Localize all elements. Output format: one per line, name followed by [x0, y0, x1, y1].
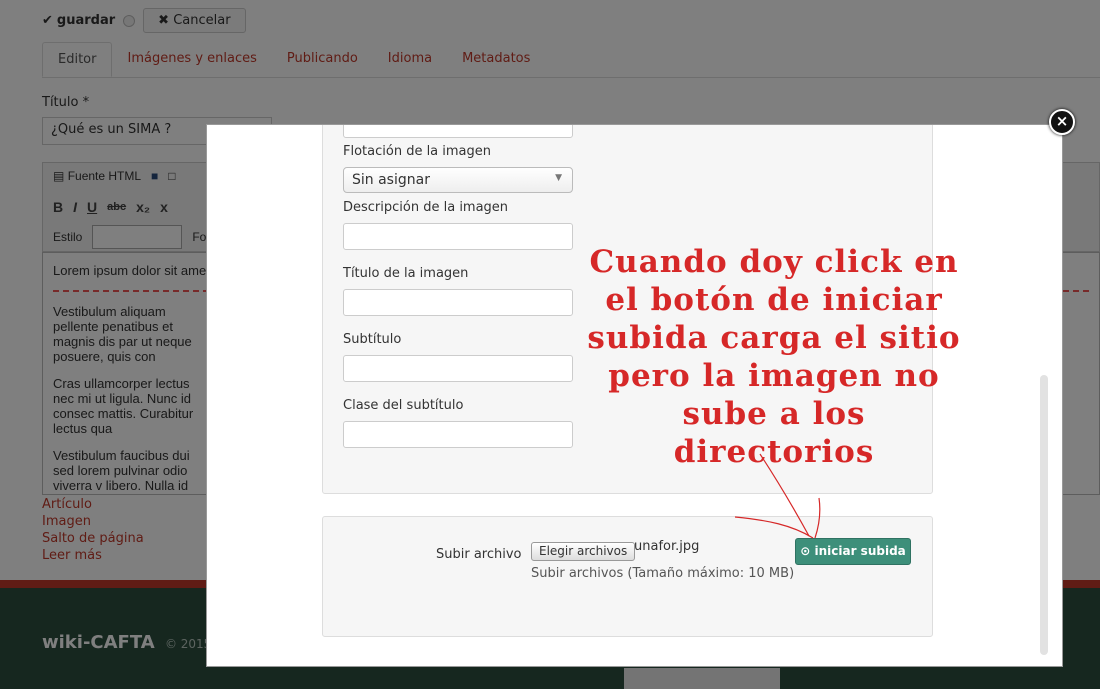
float-label: Flotación de la imagen	[343, 144, 492, 159]
caption-input[interactable]	[343, 355, 573, 382]
image-title-input[interactable]	[343, 289, 573, 316]
description-label: Descripción de la imagen	[343, 200, 509, 215]
float-select-value: Sin asignar	[352, 172, 430, 188]
upload-panel: Subir archivo Elegir archivos unafor.jpg…	[322, 516, 933, 637]
previous-field-input[interactable]	[343, 125, 573, 138]
modal-scrollbar[interactable]	[1040, 375, 1048, 655]
image-insert-modal: Flotación de la imagen Sin asignar ▼ Des…	[206, 124, 1063, 667]
caption-class-label: Clase del subtítulo	[343, 398, 464, 413]
description-input[interactable]	[343, 223, 573, 250]
float-select[interactable]: Sin asignar ▼	[343, 167, 573, 193]
start-upload-label: iniciar subida	[814, 544, 906, 558]
caption-label: Subtítulo	[343, 332, 402, 347]
upload-size-hint: Subir archivos (Tamaño máximo: 10 MB)	[531, 566, 795, 581]
close-modal-button[interactable]: ×	[1049, 109, 1075, 135]
selected-file-name: unafor.jpg	[634, 539, 700, 554]
start-upload-button[interactable]: ⊙ iniciar subida	[795, 538, 911, 565]
close-icon: ×	[1055, 112, 1069, 130]
choose-files-button[interactable]: Elegir archivos	[531, 542, 636, 561]
annotation-text: Cuando doy click en el botón de iniciar …	[587, 244, 961, 470]
caret-down-icon: ▼	[555, 173, 562, 183]
upload-circle-icon: ⊙	[800, 544, 811, 558]
annotation-arrow-icon	[734, 453, 821, 539]
upload-label: Subir archivo	[436, 547, 522, 562]
image-title-label: Título de la imagen	[343, 266, 469, 281]
caption-class-input[interactable]	[343, 421, 573, 448]
